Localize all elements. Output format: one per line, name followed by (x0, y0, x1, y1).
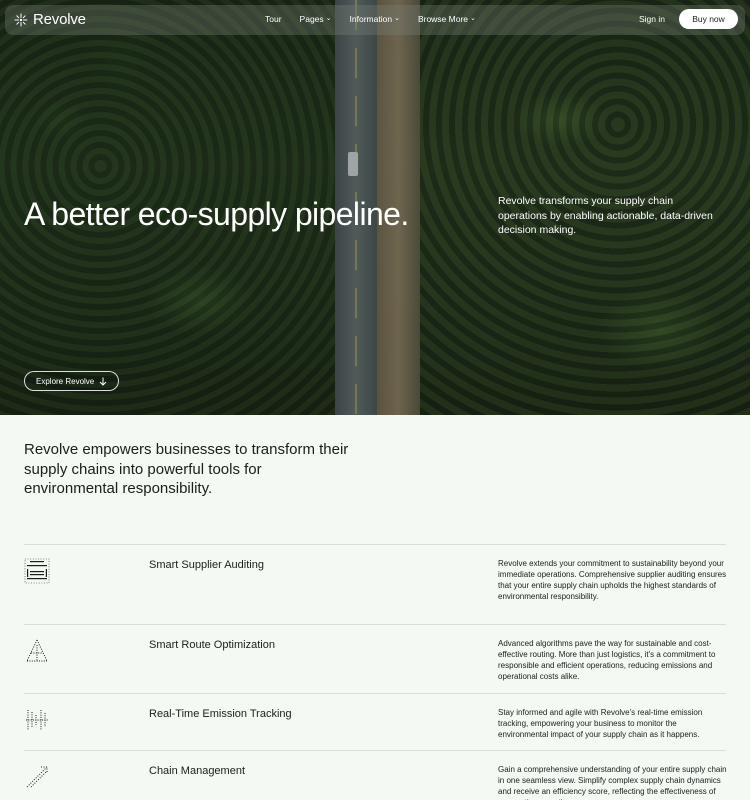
feature-description: Stay informed and agile with Revolve's r… (498, 708, 703, 739)
hero-description: Revolve transforms your supply chain ope… (498, 195, 713, 236)
chevron-down-icon: ⌄ (325, 15, 332, 22)
feature-title: Chain Management (149, 765, 246, 777)
intro-text: Revolve empowers businesses to transform… (24, 441, 349, 497)
hero-section: A better eco-supply pipeline. Revolve tr… (0, 0, 750, 415)
feature-title: Smart Route Optimization (149, 639, 275, 651)
feature-row: Real-Time Emission Tracking Stay informe… (24, 693, 726, 750)
nav-link-information[interactable]: Information ⌄ (350, 14, 400, 24)
feature-row: Chain Management Gain a comprehensive un… (24, 750, 727, 800)
feature-row: Smart Supplier Auditing Revolve extends … (24, 544, 726, 624)
feature-title: Real-Time Emission Tracking (149, 708, 292, 720)
nav-link-label: Information (349, 14, 393, 24)
sparkle-logo-icon (14, 13, 28, 26)
emission-tracking-icon (26, 710, 48, 730)
nav-link-label: Tour (265, 14, 282, 24)
nav-link-tour[interactable]: Tour (265, 14, 282, 24)
logo[interactable]: Revolve (14, 11, 86, 28)
chain-management-icon (26, 766, 48, 788)
nav-link-label: Browse More (417, 14, 469, 24)
explore-button-label: Explore Revolve (36, 376, 95, 386)
explore-button[interactable]: Explore Revolve (24, 371, 120, 391)
nav-link-browse-more[interactable]: Browse More ⌄ (418, 14, 476, 24)
nav-link-label: Pages (299, 14, 324, 24)
feature-description: Advanced algorithms pave the way for sus… (498, 639, 716, 681)
chevron-down-icon: ⌄ (394, 15, 400, 22)
chevron-down-icon: ⌄ (470, 15, 476, 22)
sign-in-link[interactable]: Sign in (639, 14, 665, 24)
logo-text: Revolve (33, 11, 86, 28)
supplier-audit-icon (24, 558, 50, 584)
nav-link-pages[interactable]: Pages ⌄ (300, 14, 332, 24)
features-list: Smart Supplier Auditing Revolve extends … (24, 544, 727, 800)
nav-links: Tour Pages ⌄ Information ⌄ Browse More ⌄ (265, 14, 494, 24)
feature-row: Smart Route Optimization Advanced algori… (24, 624, 726, 693)
feature-description: Revolve extends your commitment to susta… (498, 559, 727, 601)
hero-title: A better eco-supply pipeline. (24, 196, 409, 232)
top-navbar: Revolve Tour Pages ⌄ Information ⌄ Brows… (5, 5, 745, 35)
route-optimization-icon (26, 639, 48, 662)
feature-description: Gain a comprehensive understanding of yo… (498, 765, 727, 800)
feature-title: Smart Supplier Auditing (149, 559, 264, 571)
arrow-down-icon (99, 377, 107, 386)
buy-now-button[interactable]: Buy now (679, 9, 738, 29)
